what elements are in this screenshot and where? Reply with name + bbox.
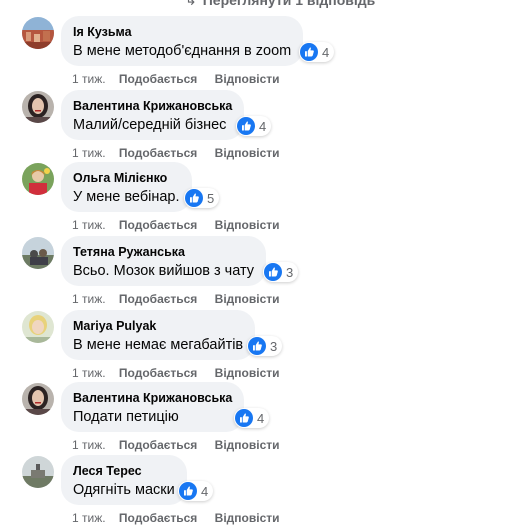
comment-bubble: Валентина Крижановська Подати петицію (61, 382, 245, 432)
like-button[interactable]: Подобається (119, 218, 197, 232)
comment-actions: 1 тиж. Подобається Відповісти (72, 366, 294, 380)
comment-text: Подати петицію (73, 409, 179, 425)
comment-actions: 1 тиж. Подобається Відповісти (72, 72, 294, 86)
reaction-summary[interactable]: 4 (178, 481, 214, 501)
comment-bubble: Валентина Крижановська Малий/середній бі… (61, 90, 245, 140)
comment-author[interactable]: Ольга Мілієнко (73, 170, 180, 186)
comment-author[interactable]: Валентина Крижановська (73, 98, 232, 114)
reply-arrow-icon: ↳ (185, 0, 197, 8)
avatar[interactable] (22, 456, 54, 488)
thumbs-up-icon (235, 409, 253, 427)
thumbs-up-icon (185, 189, 203, 207)
comment-time[interactable]: 1 тиж. (72, 72, 106, 86)
reply-button[interactable]: Відповісти (215, 438, 280, 452)
comment-text: У мене вебінар. (73, 189, 180, 205)
thumbs-up-icon (237, 117, 255, 135)
reaction-summary[interactable]: 4 (236, 116, 272, 136)
reaction-summary[interactable]: 5 (184, 188, 220, 208)
reaction-summary[interactable]: 3 (247, 336, 283, 356)
thumbs-up-icon (248, 337, 266, 355)
comment-text: Всьо. Мозок вийшов з чату (73, 263, 255, 279)
reaction-summary[interactable]: 4 (299, 42, 335, 62)
reaction-count: 4 (322, 44, 330, 60)
comment-actions: 1 тиж. Подобається Відповісти (72, 218, 294, 232)
reaction-count: 4 (257, 410, 265, 426)
avatar[interactable] (22, 237, 54, 269)
comment-author[interactable]: Ія Кузьма (73, 24, 291, 40)
comment-item: Валентина Крижановська Подати петицію 4 … (0, 382, 515, 456)
avatar[interactable] (22, 17, 54, 49)
comment-item: Леся Терес Одягніть маски 4 1 тиж. Подоб… (0, 455, 515, 529)
comment-time[interactable]: 1 тиж. (72, 438, 106, 452)
thumbs-up-icon (264, 263, 282, 281)
like-button[interactable]: Подобається (119, 72, 197, 86)
thumbs-up-icon (179, 482, 197, 500)
comment-text: В мене немає мегабайтів (73, 337, 244, 353)
comment-item: Валентина Крижановська Малий/середній бі… (0, 90, 515, 164)
comment-item: Ольга Мілієнко У мене вебінар. 5 1 тиж. … (0, 162, 515, 236)
comment-actions: 1 тиж. Подобається Відповісти (72, 146, 294, 160)
comment-bubble: Ольга Мілієнко У мене вебінар. (61, 162, 192, 212)
comment-item: Mariya Pulyak В мене немає мегабайтів 3 … (0, 310, 515, 384)
reaction-count: 5 (207, 190, 215, 206)
comment-actions: 1 тиж. Подобається Відповісти (72, 292, 294, 306)
like-button[interactable]: Подобається (119, 366, 197, 380)
reply-button[interactable]: Відповісти (215, 366, 280, 380)
comment-item: Ія Кузьма В мене методоб'єднання в zoom … (0, 16, 515, 90)
comment-bubble: Mariya Pulyak В мене немає мегабайтів (61, 310, 256, 360)
reply-button[interactable]: Відповісти (215, 511, 280, 525)
comment-time[interactable]: 1 тиж. (72, 146, 106, 160)
comment-author[interactable]: Тетяна Ружанська (73, 244, 254, 260)
comment-bubble: Ія Кузьма В мене методоб'єднання в zoom (61, 16, 304, 66)
comment-actions: 1 тиж. Подобається Відповісти (72, 438, 294, 452)
like-button[interactable]: Подобається (119, 146, 197, 160)
avatar[interactable] (22, 91, 54, 123)
reaction-count: 4 (259, 118, 267, 134)
reply-button[interactable]: Відповісти (215, 72, 280, 86)
reaction-count: 4 (201, 483, 209, 499)
view-replies-link[interactable]: ↳ Переглянути 1 відповідь (185, 0, 375, 8)
thumbs-up-icon (300, 43, 318, 61)
comment-text: Одягніть маски (73, 482, 175, 498)
avatar[interactable] (22, 311, 54, 343)
comment-item: Тетяна Ружанська Всьо. Мозок вийшов з ча… (0, 236, 515, 310)
view-replies-label: Переглянути 1 відповідь (202, 0, 376, 8)
comment-author[interactable]: Mariya Pulyak (73, 318, 243, 334)
reply-button[interactable]: Відповісти (215, 218, 280, 232)
avatar[interactable] (22, 383, 54, 415)
comment-time[interactable]: 1 тиж. (72, 366, 106, 380)
like-button[interactable]: Подобається (119, 511, 197, 525)
reaction-count: 3 (286, 264, 294, 280)
comment-time[interactable]: 1 тиж. (72, 218, 106, 232)
reaction-count: 3 (270, 338, 278, 354)
avatar[interactable] (22, 163, 54, 195)
comment-actions: 1 тиж. Подобається Відповісти (72, 511, 294, 525)
like-button[interactable]: Подобається (119, 438, 197, 452)
reply-button[interactable]: Відповісти (215, 292, 280, 306)
comment-text: В мене методоб'єднання в zoom (73, 43, 292, 59)
comment-time[interactable]: 1 тиж. (72, 511, 106, 525)
comment-author[interactable]: Валентина Крижановська (73, 390, 232, 406)
comment-time[interactable]: 1 тиж. (72, 292, 106, 306)
like-button[interactable]: Подобається (119, 292, 197, 306)
reply-button[interactable]: Відповісти (215, 146, 280, 160)
comment-bubble: Леся Терес Одягніть маски (61, 455, 187, 505)
comment-text: Малий/середній бізнес (73, 117, 227, 133)
comment-bubble: Тетяна Ружанська Всьо. Мозок вийшов з ча… (61, 236, 267, 286)
reaction-summary[interactable]: 3 (263, 262, 299, 282)
comment-author[interactable]: Леся Терес (73, 463, 175, 479)
reaction-summary[interactable]: 4 (234, 408, 270, 428)
